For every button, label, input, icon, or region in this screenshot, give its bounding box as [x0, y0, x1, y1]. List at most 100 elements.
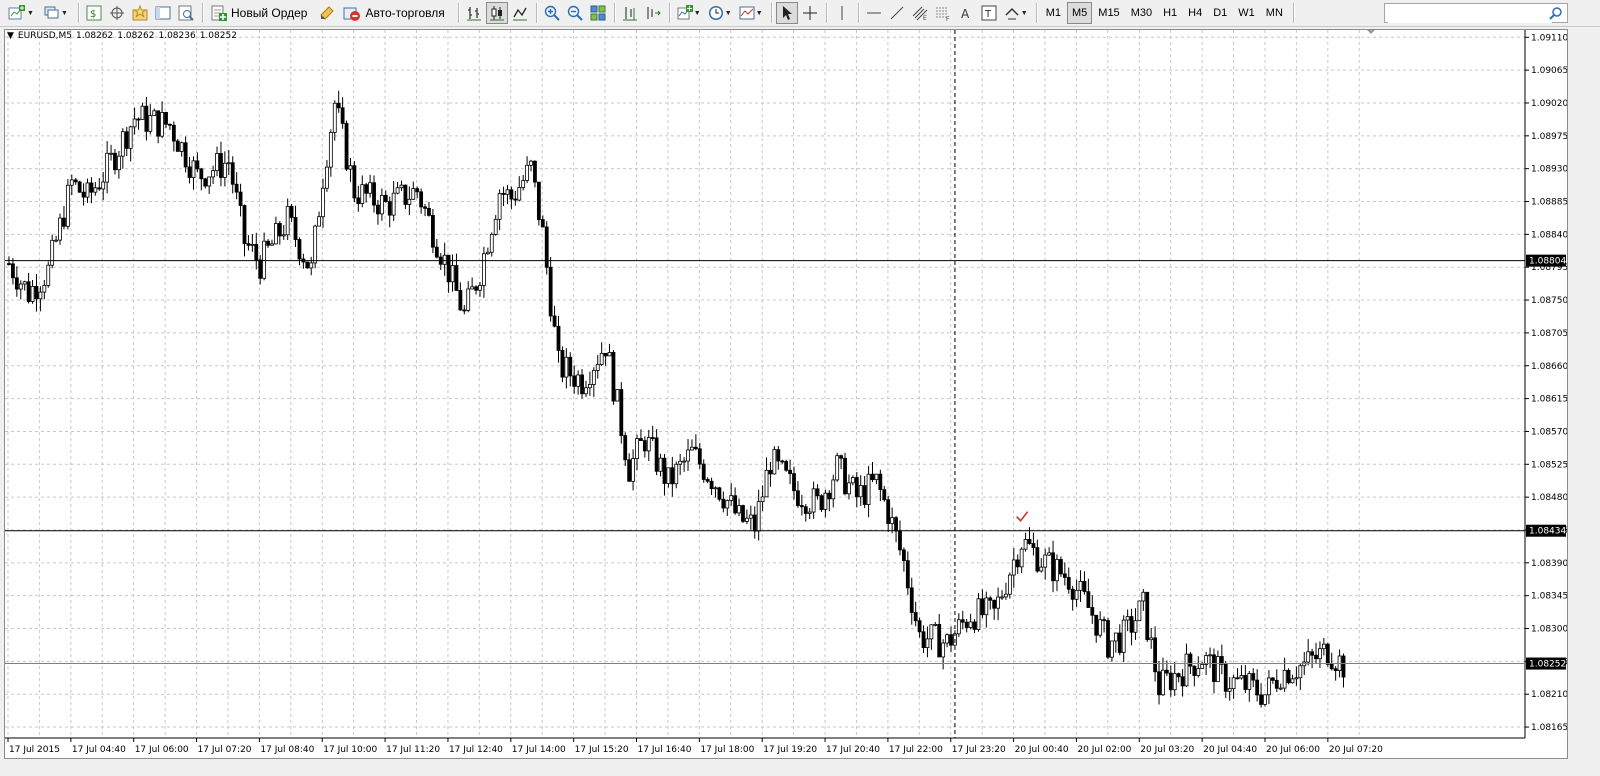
bear-candle: [654, 437, 659, 472]
bull-candle: [332, 102, 337, 133]
terminal-button[interactable]: [152, 2, 174, 24]
bull-candle: [745, 517, 749, 522]
bear-candle: [580, 374, 584, 395]
bar-chart-button[interactable]: [463, 2, 485, 24]
bull-candle: [737, 505, 741, 514]
bull-candle: [58, 217, 62, 241]
timeframe-m30-button[interactable]: M30: [1126, 2, 1157, 24]
arrows-tool-button[interactable]: ▼: [1001, 2, 1031, 24]
search-box[interactable]: [1384, 3, 1568, 23]
profiles-button[interactable]: ▼: [39, 2, 73, 24]
timeframe-m1-button[interactable]: M1: [1041, 2, 1066, 24]
price-chart[interactable]: 1.09110 1.09065 1.09020 1.08975 1.08930 1.088…: [5, 30, 1567, 758]
trendline-tool-button[interactable]: [886, 2, 908, 24]
bear-candle: [344, 122, 349, 170]
toolbar-separator: [78, 3, 79, 23]
bear-candle: [1086, 591, 1091, 608]
bull-candle: [1149, 637, 1154, 641]
toolbar-separator: [457, 3, 459, 23]
timeframe-h1-button[interactable]: H1: [1158, 2, 1182, 24]
bear-candle: [434, 246, 439, 258]
vertical-line-tool-button[interactable]: [831, 2, 853, 24]
tile-windows-button[interactable]: [587, 2, 609, 24]
search-icon[interactable]: [1549, 6, 1563, 20]
timeframe-m5-button[interactable]: M5: [1067, 2, 1093, 24]
candlestick-chart-button[interactable]: [485, 2, 508, 24]
timeframe-w1-button[interactable]: W1: [1233, 2, 1260, 24]
chart-shift-button[interactable]: [619, 2, 641, 24]
bear-candle: [238, 191, 243, 206]
auto-scroll-button[interactable]: [642, 2, 664, 24]
bull-candle: [1263, 694, 1267, 705]
bear-candle: [1168, 672, 1173, 691]
chart-window[interactable]: 1.09110 1.09065 1.09020 1.08975 1.08930 1.088…: [4, 29, 1568, 759]
bull-candle: [984, 597, 989, 616]
bear-candle: [1153, 637, 1157, 673]
timeframe-m15-button[interactable]: M15: [1093, 2, 1124, 24]
cursor-tool-button[interactable]: [775, 2, 798, 24]
bull-candle: [1000, 596, 1004, 599]
bear-candle: [509, 189, 514, 200]
navigator-button[interactable]: [129, 2, 151, 24]
search-input[interactable]: [1388, 5, 1552, 23]
new-chart-button[interactable]: ▼: [4, 2, 38, 24]
price-tick-label: 1.09020: [1531, 99, 1567, 109]
equidistant-channel-tool-button[interactable]: E: [909, 2, 931, 24]
fibonacci-tool-button[interactable]: F: [932, 2, 954, 24]
bull-candle: [996, 596, 1000, 609]
market-watch-button[interactable]: $: [83, 2, 105, 24]
timeframe-d1-button[interactable]: D1: [1208, 2, 1232, 24]
zoom-out-button[interactable]: [564, 2, 586, 24]
bear-candle: [97, 187, 102, 190]
autotrading-button[interactable]: Авто-торговля: [339, 2, 452, 24]
crosshair-tool-button[interactable]: [799, 2, 821, 24]
timeframe-h4-button[interactable]: H4: [1183, 2, 1207, 24]
data-window-button[interactable]: [106, 2, 128, 24]
bear-candle: [768, 469, 773, 475]
bull-candle: [1247, 673, 1252, 690]
chart-menu-arrow-icon[interactable]: ▼: [7, 31, 14, 41]
indicators-button[interactable]: ▼: [674, 2, 704, 24]
price-tick-label: 1.08570: [1531, 427, 1567, 437]
bull-candle: [93, 187, 98, 193]
bull-candle: [956, 619, 961, 635]
text-tool-button[interactable]: A: [955, 2, 977, 24]
templates-button[interactable]: ▼: [736, 2, 766, 24]
bull-candle: [65, 184, 70, 227]
bull-candle: [328, 132, 333, 168]
time-tick-label: 20 Jul 00:40: [1015, 745, 1069, 755]
strategy-tester-button[interactable]: [175, 2, 197, 24]
line-chart-button[interactable]: [509, 2, 531, 24]
bull-candle: [1074, 589, 1079, 600]
time-tick-label: 17 Jul 15:20: [575, 745, 629, 755]
bear-candle: [1051, 552, 1055, 582]
bear-candle: [905, 560, 910, 589]
bear-candle: [289, 205, 294, 218]
bear-candle: [1090, 607, 1095, 616]
new-order-button[interactable]: Новый Ордер: [207, 2, 315, 24]
channel-icon: E: [912, 6, 928, 21]
bull-candle: [1208, 654, 1212, 657]
bear-candle: [1066, 577, 1071, 590]
bear-candle: [1157, 671, 1161, 696]
bear-candle: [819, 495, 824, 510]
bear-candle: [741, 505, 745, 522]
bull-candle: [379, 194, 384, 215]
horizontal-line-tool-button[interactable]: [863, 2, 885, 24]
bear-candle: [1106, 620, 1110, 658]
toolbar-separator: [825, 3, 827, 23]
bull-candle: [925, 638, 930, 649]
line-chart-icon: [512, 7, 527, 21]
zoom-in-button[interactable]: [541, 2, 563, 24]
text-label-tool-button[interactable]: T: [978, 2, 1000, 24]
bull-candle: [411, 188, 416, 200]
svg-text:F: F: [946, 16, 950, 21]
bear-candle: [898, 530, 902, 551]
price-tick-label: 1.08975: [1531, 132, 1567, 142]
periods-button[interactable]: ▼: [705, 2, 735, 24]
metaeditor-button[interactable]: [316, 2, 338, 24]
bull-candle: [42, 285, 47, 293]
timeframe-mn-button[interactable]: MN: [1261, 2, 1288, 24]
bull-candle: [1098, 619, 1103, 636]
price-tick-label: 1.08705: [1531, 329, 1567, 339]
